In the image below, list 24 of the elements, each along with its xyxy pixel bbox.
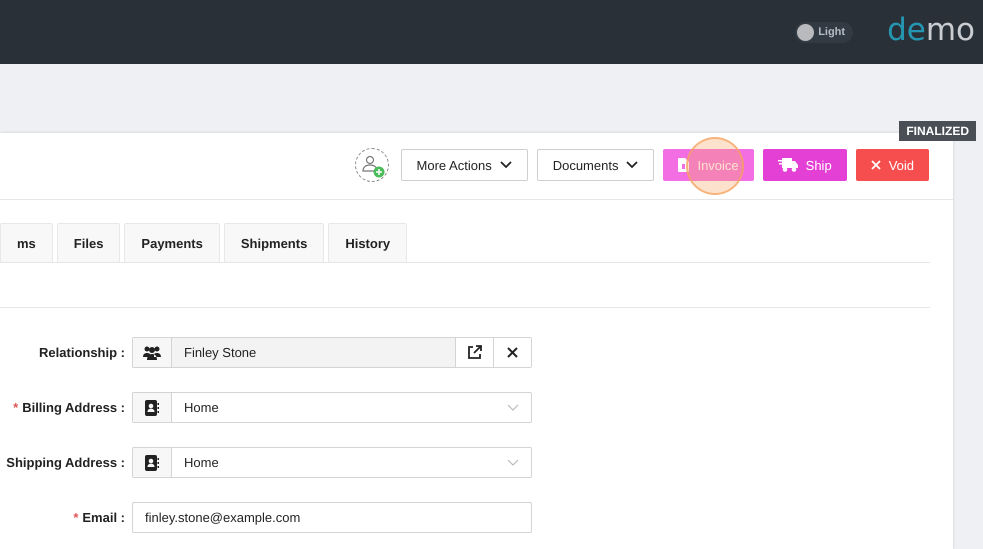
status-badge: FINALIZED: [899, 121, 976, 141]
tab[interactable]: Shipments: [224, 223, 324, 262]
tab[interactable]: Files: [56, 223, 120, 262]
tab[interactable]: Payments: [124, 223, 220, 262]
document-icon: [678, 158, 690, 172]
dropdown-button[interactable]: Documents: [536, 149, 654, 181]
dropdown-button[interactable]: More Actions: [400, 149, 528, 181]
chevron-down-icon: [626, 161, 638, 169]
logo: demo: [887, 12, 975, 48]
tab[interactable]: History: [328, 223, 408, 262]
required-mark: *: [73, 510, 78, 525]
theme-label: Light: [818, 26, 846, 38]
truck-icon: [778, 158, 798, 172]
input-field[interactable]: finley.stone@example.com: [132, 502, 532, 533]
tab[interactable]: ms: [0, 223, 53, 262]
close-icon: [870, 160, 881, 170]
field-label: Relationship :: [38, 345, 125, 360]
required-mark: *: [13, 400, 18, 415]
field-label: Shipping Address :: [5, 455, 125, 470]
chevron-down-icon: [500, 161, 512, 169]
field-label: * Email :: [72, 510, 125, 525]
field-label: * Billing Address :: [12, 400, 125, 415]
action-button[interactable]: Ship: [762, 149, 847, 181]
theme-toggle[interactable]: Light: [795, 22, 854, 42]
